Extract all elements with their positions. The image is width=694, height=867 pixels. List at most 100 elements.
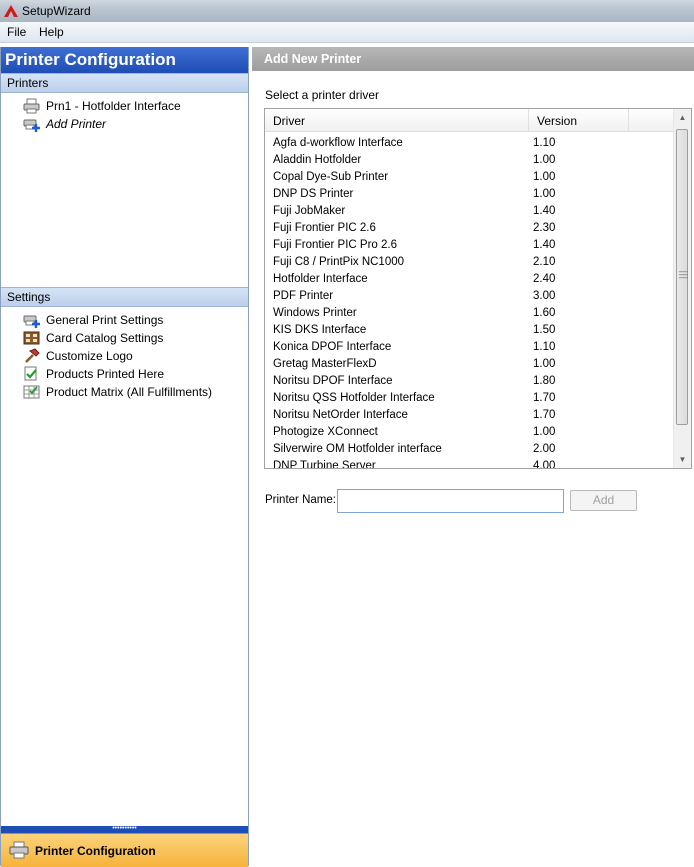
driver-name-cell: KIS DKS Interface <box>273 324 367 336</box>
matrix-icon <box>23 384 40 400</box>
content-header-title: Add New Printer <box>264 52 362 66</box>
driver-version-cell: 1.10 <box>533 137 556 149</box>
tree-item-label: Prn1 - Hotfolder Interface <box>46 98 181 113</box>
tree-item-prn1[interactable]: Prn1 - Hotfolder Interface <box>23 97 181 114</box>
printers-section-label: Printers <box>7 76 49 90</box>
driver-row[interactable]: Fuji JobMaker 1.40 <box>265 203 675 220</box>
tree-item-card-catalog-settings[interactable]: Card Catalog Settings <box>23 329 163 346</box>
tree-item-label: Add Printer <box>46 116 107 131</box>
driver-version-cell: 2.10 <box>533 256 556 268</box>
instruction-text: Select a printer driver <box>265 88 380 102</box>
driver-name-cell: Hotfolder Interface <box>273 273 368 285</box>
driver-name-cell: PDF Printer <box>273 290 334 302</box>
column-header-driver[interactable]: Driver <box>265 109 529 131</box>
card-catalog-icon <box>23 330 40 346</box>
driver-version-cell: 2.40 <box>533 273 556 285</box>
driver-row[interactable]: Noritsu QSS Hotfolder Interface 1.70 <box>265 390 675 407</box>
driver-name-cell: Agfa d-workflow Interface <box>273 137 403 149</box>
driver-row[interactable]: Aladdin Hotfolder 1.00 <box>265 152 675 169</box>
app-logo-icon <box>4 5 18 17</box>
driver-row[interactable]: Fuji Frontier PIC 2.6 2.30 <box>265 220 675 237</box>
driver-row[interactable]: Noritsu NetOrder Interface 1.70 <box>265 407 675 424</box>
driver-row[interactable]: Fuji Frontier PIC Pro 2.6 1.40 <box>265 237 675 254</box>
nav-bottom-button-printer-configuration[interactable]: Printer Configuration <box>1 833 248 867</box>
window-title: SetupWizard <box>22 4 91 18</box>
driver-version-cell: 1.70 <box>533 409 556 421</box>
driver-name-cell: Noritsu NetOrder Interface <box>273 409 408 421</box>
tree-item-customize-logo[interactable]: Customize Logo <box>23 347 133 364</box>
vertical-scrollbar[interactable]: ▲ — — — ▼ <box>673 109 691 468</box>
driver-name-cell: Noritsu QSS Hotfolder Interface <box>273 392 435 404</box>
driver-version-cell: 1.40 <box>533 239 556 251</box>
printer-name-input[interactable] <box>337 489 564 513</box>
driver-row[interactable]: Fuji C8 / PrintPix NC1000 2.10 <box>265 254 675 271</box>
column-header-label: Version <box>537 114 578 128</box>
driver-version-cell: 4.00 <box>533 460 556 469</box>
driver-name-cell: DNP Turbine Server <box>273 460 376 469</box>
driver-name-cell: Noritsu DPOF Interface <box>273 375 393 387</box>
tree-item-product-matrix[interactable]: Product Matrix (All Fulfillments) <box>23 383 212 400</box>
driver-version-cell: 1.50 <box>533 324 556 336</box>
driver-version-cell: 1.00 <box>533 171 556 183</box>
menu-bar: File Help <box>0 22 694 43</box>
driver-version-cell: 2.00 <box>533 443 556 455</box>
hammer-icon <box>23 347 40 364</box>
tree-item-add-printer[interactable]: Add Printer <box>23 115 106 132</box>
driver-row[interactable]: Copal Dye-Sub Printer 1.00 <box>265 169 675 186</box>
driver-version-cell: 1.00 <box>533 426 556 438</box>
driver-name-cell: Copal Dye-Sub Printer <box>273 171 389 183</box>
driver-version-cell: 1.00 <box>533 358 556 370</box>
grip-icon: — — — <box>679 266 688 282</box>
nav-header: Printer Configuration <box>1 47 248 73</box>
driver-row[interactable]: DNP Turbine Server 4.00 <box>265 458 675 469</box>
add-button[interactable]: Add <box>570 490 637 511</box>
driver-version-cell: 3.00 <box>533 290 556 302</box>
driver-row[interactable]: Gretag MasterFlexD 1.00 <box>265 356 675 373</box>
pane-splitter-grip[interactable]: •••••••••• <box>1 825 248 833</box>
tree-item-label: General Print Settings <box>46 312 164 327</box>
settings-section-header: Settings <box>1 287 248 307</box>
driver-row[interactable]: Windows Printer 1.60 <box>265 305 675 322</box>
products-icon <box>23 366 40 382</box>
driver-list[interactable]: Driver Version Agfa d-workflow Interface… <box>264 108 692 469</box>
driver-name-cell: DNP DS Printer <box>273 188 354 200</box>
driver-row[interactable]: Hotfolder Interface 2.40 <box>265 271 675 288</box>
driver-version-cell: 1.10 <box>533 341 556 353</box>
tree-item-general-print-settings[interactable]: General Print Settings <box>23 311 163 328</box>
driver-version-cell: 1.80 <box>533 375 556 387</box>
driver-version-cell: 1.00 <box>533 188 556 200</box>
menu-file[interactable]: File <box>5 25 28 39</box>
tree-item-label: Customize Logo <box>46 348 133 363</box>
driver-name-cell: Gretag MasterFlexD <box>273 358 377 370</box>
driver-row[interactable]: Photogize XConnect 1.00 <box>265 424 675 441</box>
add-printer-icon <box>23 116 40 132</box>
scroll-down-icon[interactable]: ▼ <box>674 451 691 468</box>
menu-help[interactable]: Help <box>37 25 66 39</box>
content-pane: Add New Printer Select a printer driver … <box>252 47 694 866</box>
content-header: Add New Printer <box>252 47 694 71</box>
driver-row[interactable]: Agfa d-workflow Interface 1.10 <box>265 135 675 152</box>
tree-item-label: Product Matrix (All Fulfillments) <box>46 384 213 399</box>
settings-section-label: Settings <box>7 290 51 304</box>
printers-section-header: Printers <box>1 73 248 93</box>
driver-list-header: Driver Version <box>265 109 675 132</box>
driver-row[interactable]: Konica DPOF Interface 1.10 <box>265 339 675 356</box>
nav-bottom-label: Printer Configuration <box>35 844 156 858</box>
driver-row[interactable]: Noritsu DPOF Interface 1.80 <box>265 373 675 390</box>
driver-name-cell: Aladdin Hotfolder <box>273 154 362 166</box>
tree-item-products-printed-here[interactable]: Products Printed Here <box>23 365 164 382</box>
column-header-version[interactable]: Version <box>529 109 629 131</box>
column-header-label: Driver <box>273 114 305 128</box>
driver-row[interactable]: KIS DKS Interface 1.50 <box>265 322 675 339</box>
driver-name-cell: Photogize XConnect <box>273 426 378 438</box>
printer-icon <box>23 98 40 114</box>
driver-version-cell: 1.40 <box>533 205 556 217</box>
driver-row[interactable]: DNP DS Printer 1.00 <box>265 186 675 203</box>
driver-name-cell: Fuji Frontier PIC 2.6 <box>273 222 376 234</box>
driver-row[interactable]: Silverwire OM Hotfolder interface 2.00 <box>265 441 675 458</box>
driver-version-cell: 1.70 <box>533 392 556 404</box>
tree-item-label: Card Catalog Settings <box>46 330 164 345</box>
driver-row[interactable]: PDF Printer 3.00 <box>265 288 675 305</box>
scroll-up-icon[interactable]: ▲ <box>674 109 691 126</box>
scroll-thumb[interactable]: — — — <box>676 129 688 425</box>
